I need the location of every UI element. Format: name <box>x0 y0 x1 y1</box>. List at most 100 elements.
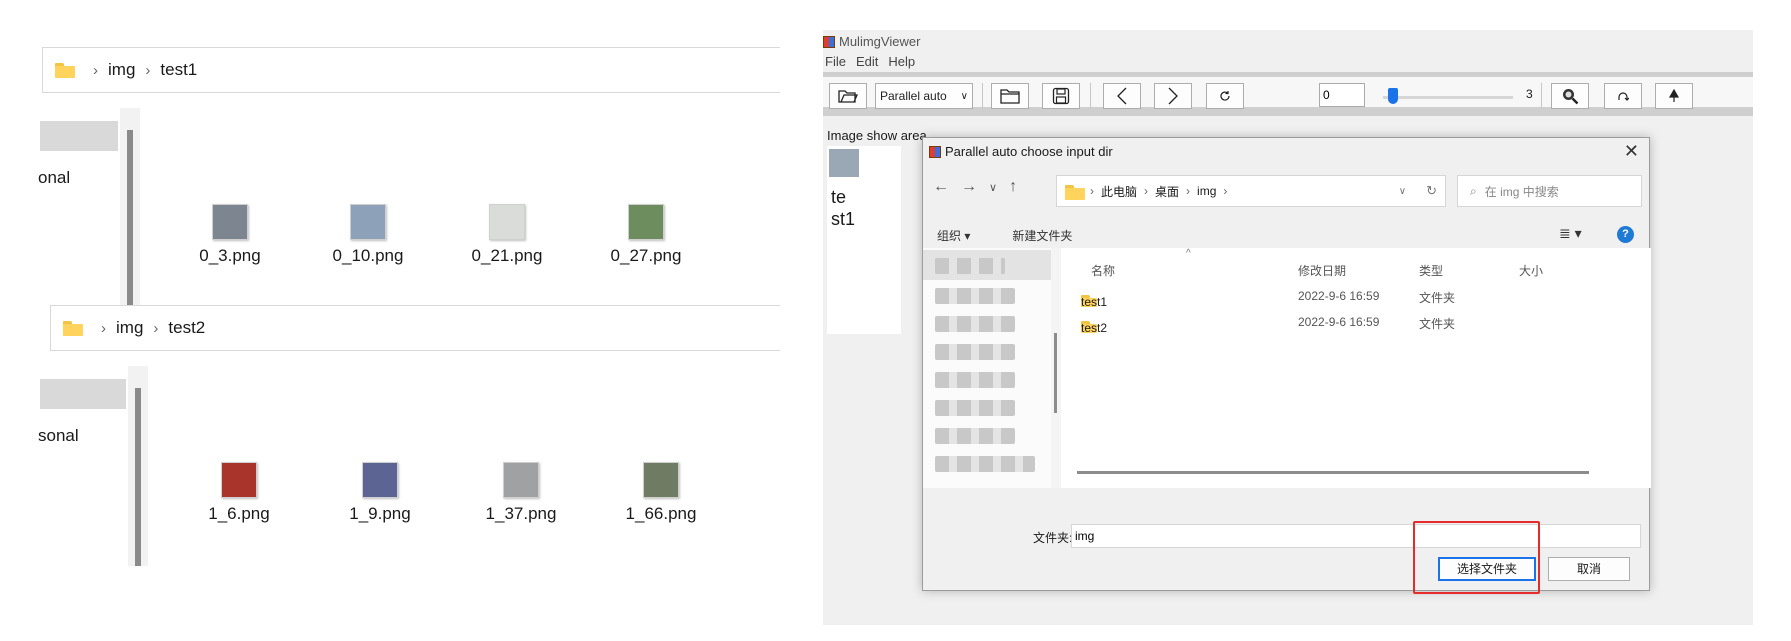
refresh-icon <box>1220 91 1230 101</box>
save-icon <box>1052 87 1070 105</box>
image-thumbnail <box>221 462 257 498</box>
nav-pane-item[interactable] <box>935 258 1005 274</box>
column-header-size[interactable]: 大小 <box>1519 262 1543 279</box>
refresh-button[interactable] <box>1206 83 1244 109</box>
dialog-nav-pane <box>923 248 1051 488</box>
show-area-canvas[interactable]: te st1 <box>827 146 901 334</box>
nav-pane-item[interactable] <box>935 344 1015 360</box>
next-button[interactable] <box>1154 83 1192 109</box>
scrollbar-thumb[interactable] <box>1054 333 1057 413</box>
view-options-icon[interactable]: ≣ ▾ <box>1559 225 1582 242</box>
file-name: 1_9.png <box>349 504 411 523</box>
dialog-command-bar: 组织 ▾ 新建文件夹 <box>937 227 1072 244</box>
file-item[interactable]: 0_10.png <box>318 204 418 266</box>
file-item[interactable]: 0_27.png <box>596 204 696 266</box>
nav-pane-item[interactable] <box>935 400 1015 416</box>
refresh-icon[interactable]: ↻ <box>1426 183 1437 199</box>
pin-button[interactable] <box>1655 83 1693 109</box>
toolbar: Parallel auto ∨ 3 <box>823 72 1753 116</box>
breadcrumb-item[interactable]: img <box>116 318 143 338</box>
nav-pane-label[interactable]: onal <box>38 168 70 188</box>
save-button[interactable] <box>1042 83 1080 109</box>
table-row[interactable]: test2 2022-9-6 16:59 文件夹 <box>1061 309 1651 335</box>
nav-pane-scrollbar[interactable] <box>1051 248 1061 488</box>
open-folder-icon <box>838 90 858 103</box>
preview-text: te st1 <box>831 186 855 230</box>
breadcrumb-item[interactable]: test2 <box>168 318 205 338</box>
explorer-panel-test1: › img › test1 onal 0_3.png 0_10.png 0_21… <box>0 0 780 308</box>
back-arrow-icon[interactable]: ← <box>933 178 949 196</box>
organize-button[interactable]: 组织 ▾ <box>937 227 970 244</box>
breadcrumb-item[interactable]: img <box>108 60 135 80</box>
file-item[interactable]: 1_9.png <box>330 462 430 524</box>
up-arrow-icon[interactable]: ↑ <box>1009 178 1017 196</box>
recent-dropdown-icon[interactable]: ∨ <box>989 178 997 196</box>
chevron-right-icon: › <box>101 319 106 337</box>
column-header-name[interactable]: 名称 <box>1091 262 1115 279</box>
previous-button[interactable] <box>1103 83 1141 109</box>
forward-arrow-icon[interactable]: → <box>961 178 977 196</box>
nav-pane-selected-item[interactable] <box>40 121 118 151</box>
help-icon[interactable]: ? <box>1617 226 1634 243</box>
file-item[interactable]: 1_37.png <box>471 462 571 524</box>
cancel-button[interactable]: 取消 <box>1548 557 1630 581</box>
row-date: 2022-9-6 16:59 <box>1298 289 1380 303</box>
rotate-button[interactable] <box>1604 83 1642 109</box>
folder-name-input[interactable] <box>1071 524 1641 548</box>
file-item[interactable]: 1_66.png <box>611 462 711 524</box>
dialog-address-bar[interactable]: › 此电脑 › 桌面 › img › ∨ ↻ <box>1056 175 1446 207</box>
folder-field-label: 文件夹: <box>1033 531 1073 545</box>
menu-edit[interactable]: Edit <box>856 54 878 69</box>
folder-button[interactable] <box>991 83 1029 109</box>
chevron-right-icon: › <box>1144 184 1149 198</box>
chevron-down-icon[interactable]: ∨ <box>1399 183 1406 199</box>
file-list-scrollbar[interactable] <box>1077 471 1589 474</box>
nav-pane-item[interactable] <box>935 456 1035 472</box>
preview-thumbnail <box>829 149 859 177</box>
dialog-search-box[interactable]: ⌕ 在 img 中搜索 <box>1457 175 1642 207</box>
menu-file[interactable]: File <box>825 54 846 69</box>
nav-pane-scrollbar[interactable] <box>128 366 148 566</box>
image-thumbnail <box>489 204 525 240</box>
close-icon[interactable]: ✕ <box>1624 141 1639 162</box>
search-icon: ⌕ <box>1470 183 1477 198</box>
folder-icon <box>1000 89 1020 104</box>
address-bar[interactable]: › img › test2 <box>50 305 780 351</box>
nav-pane-label[interactable]: sonal <box>38 426 79 446</box>
image-thumbnail <box>212 204 248 240</box>
nav-pane-selected-item[interactable] <box>40 379 126 409</box>
folder-icon <box>55 62 75 78</box>
show-area-label: Image show area <box>827 128 927 143</box>
index-slider-thumb[interactable] <box>1388 88 1398 104</box>
breadcrumb-item[interactable]: test1 <box>160 60 197 80</box>
pin-icon <box>1668 89 1680 102</box>
new-folder-button[interactable]: 新建文件夹 <box>1012 227 1072 244</box>
column-header-date[interactable]: 修改日期 <box>1298 262 1346 279</box>
index-input[interactable] <box>1319 83 1365 107</box>
scrollbar-thumb[interactable] <box>135 388 141 566</box>
open-folder-button[interactable] <box>829 83 867 109</box>
highlight-annotation <box>1413 521 1540 594</box>
column-header-type[interactable]: 类型 <box>1419 262 1443 279</box>
table-row[interactable]: test1 2022-9-6 16:59 文件夹 <box>1061 283 1651 309</box>
address-item[interactable]: 此电脑 <box>1101 183 1137 200</box>
nav-pane-item[interactable] <box>935 316 1015 332</box>
choose-dir-dialog: Parallel auto choose input dir ✕ ← → ∨ ↑… <box>922 137 1651 591</box>
nav-pane-item[interactable] <box>935 428 1015 444</box>
row-type: 文件夹 <box>1419 317 1456 331</box>
address-bar[interactable]: › img › test1 <box>42 47 780 93</box>
address-item[interactable]: 桌面 <box>1155 183 1179 200</box>
chevron-right-icon: › <box>1186 184 1191 198</box>
address-item[interactable]: img <box>1197 184 1216 198</box>
menu-help[interactable]: Help <box>888 54 915 69</box>
nav-pane-item[interactable] <box>935 288 1015 304</box>
index-slider-track[interactable] <box>1383 96 1513 99</box>
file-item[interactable]: 0_21.png <box>457 204 557 266</box>
magnifier-button[interactable] <box>1551 83 1589 109</box>
image-thumbnail <box>362 462 398 498</box>
preview-text-line: st1 <box>831 209 856 229</box>
nav-pane-item[interactable] <box>935 372 1015 388</box>
mode-select[interactable]: Parallel auto ∨ <box>875 83 973 109</box>
file-item[interactable]: 0_3.png <box>180 204 280 266</box>
file-item[interactable]: 1_6.png <box>189 462 289 524</box>
